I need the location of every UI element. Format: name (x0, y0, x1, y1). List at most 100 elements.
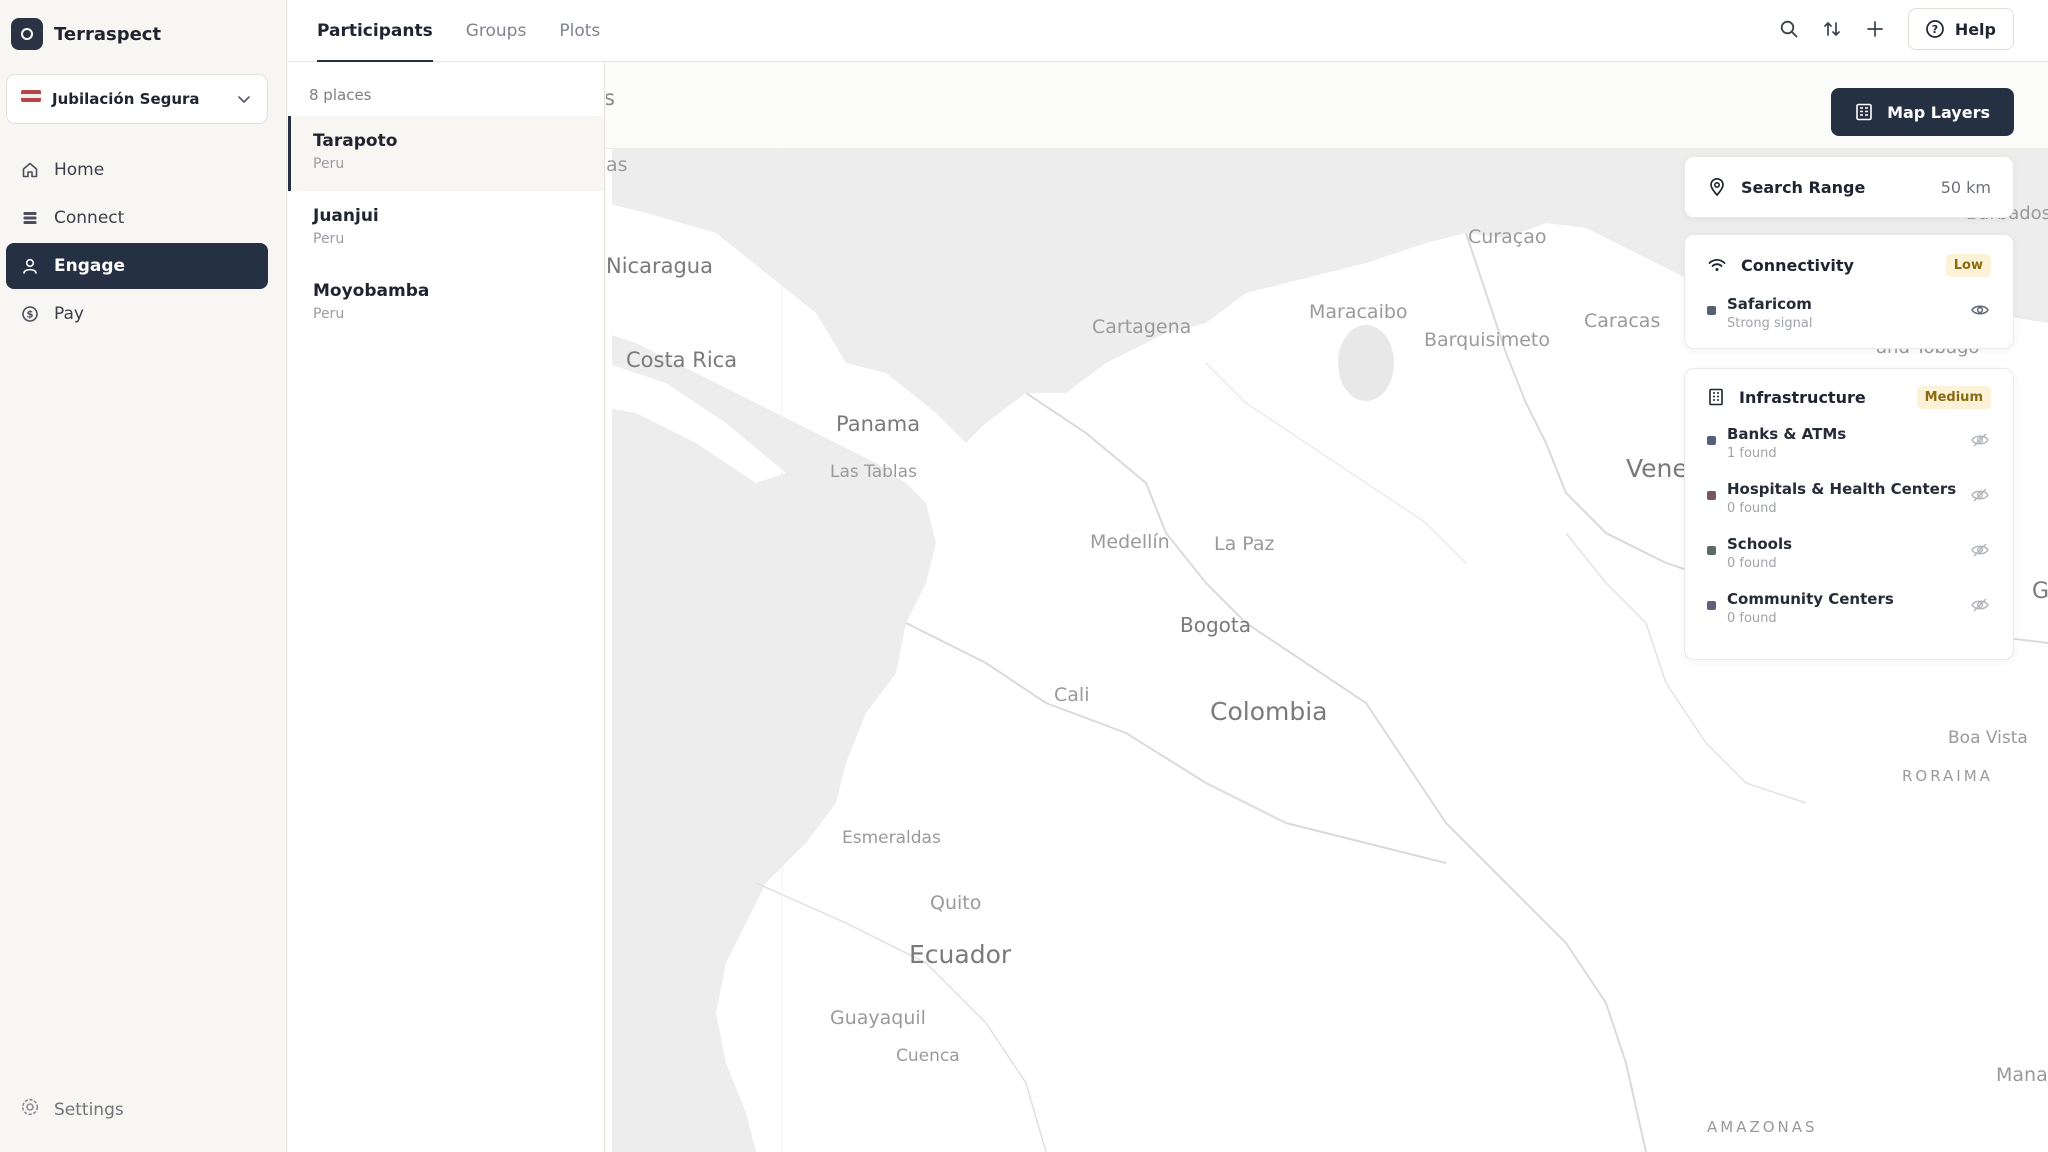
places-count: 8 places (309, 86, 372, 104)
map-label: Caracas (1584, 310, 1660, 332)
nav-label: Engage (54, 256, 126, 276)
svg-text:$: $ (27, 310, 34, 321)
search-range-value: 50 km (1940, 177, 1991, 197)
brand[interactable]: Terraspect (11, 18, 161, 50)
map-label: Ecuador (909, 940, 1012, 969)
map-label: RORAIMA (1902, 767, 1993, 785)
layer-name: Banks & ATMs (1727, 425, 1847, 443)
layer-color-swatch (1707, 601, 1716, 610)
add-button[interactable] (1857, 9, 1893, 49)
map-label: Cali (1054, 684, 1089, 706)
map-layers-button[interactable]: Map Layers (1831, 88, 2014, 136)
terraspect-logo-icon (11, 18, 43, 50)
infrastructure-badge: Medium (1916, 385, 1991, 409)
map-label: G (2032, 579, 2048, 604)
place-item-juanjui[interactable]: Juanjui Peru (288, 191, 604, 266)
sort-button[interactable] (1814, 9, 1850, 49)
main-nav: Home Connect Engage $ Pay (6, 147, 268, 339)
layer-count: 0 found (1727, 501, 1777, 516)
map-label: Mana (1996, 1064, 2048, 1086)
layer-color-swatch (1707, 546, 1716, 555)
search-range-title: Search Range (1741, 177, 1866, 197)
nav-item-pay[interactable]: $ Pay (6, 291, 268, 337)
eye-off-icon[interactable] (1969, 429, 1991, 451)
database-icon (20, 208, 40, 228)
layer-name: Community Centers (1727, 590, 1894, 608)
help-button[interactable]: ? Help (1907, 8, 2014, 50)
map-label: Maracaibo (1309, 301, 1408, 323)
app-name: Terraspect (54, 23, 162, 45)
help-label: Help (1954, 19, 1996, 39)
org-name: Jubilación Segura (52, 90, 200, 108)
layer-count: 0 found (1727, 611, 1777, 626)
flag-icon (21, 90, 41, 102)
connectivity-badge: Low (1945, 253, 1991, 277)
svg-text:s: s (606, 86, 615, 110)
eye-off-icon[interactable] (1969, 594, 1991, 616)
dollar-icon: $ (20, 304, 40, 324)
layers-grid-icon (1856, 103, 1872, 121)
home-icon (20, 160, 40, 180)
sort-icon (1823, 22, 1840, 36)
layer-item-banks[interactable]: Banks & ATMs 1 found (1685, 425, 2013, 480)
place-item-moyobamba[interactable]: Moyobamba Peru (288, 266, 604, 341)
map-label: Medellín (1090, 531, 1170, 553)
org-selector[interactable]: Jubilación Segura (6, 74, 268, 124)
top-actions: ? Help (1771, 8, 2014, 50)
settings-link[interactable]: Settings (20, 1097, 124, 1122)
layer-count: 1 found (1727, 446, 1777, 461)
eye-off-icon[interactable] (1969, 484, 1991, 506)
layer-item-hospitals[interactable]: Hospitals & Health Centers 0 found (1685, 480, 2013, 535)
map-layers-label: Map Layers (1887, 102, 1990, 122)
settings-label: Settings (54, 1099, 124, 1120)
top-bar: Participants Groups Plots ? Help (288, 0, 2048, 62)
eye-icon[interactable] (1969, 299, 1991, 321)
map-label: Bogota (1180, 613, 1251, 637)
map-label: Curaçao (1468, 226, 1546, 248)
map-label: Cuenca (896, 1046, 960, 1066)
place-country: Peru (313, 156, 345, 172)
map-label: Guayaquil (830, 1007, 926, 1029)
map-label: as (606, 154, 628, 176)
connectivity-panel: Connectivity Low Safaricom Strong signal (1684, 234, 2014, 349)
layer-item-schools[interactable]: Schools 0 found (1685, 535, 2013, 590)
layer-color-swatch (1707, 306, 1716, 315)
map-view[interactable]: as Nicaragua Costa Rica Panama Las Tabla… (606, 63, 2048, 1152)
nav-item-home[interactable]: Home (6, 147, 268, 193)
map-label: Las Tablas (830, 462, 917, 482)
search-icon (1780, 20, 1798, 38)
places-panel: 8 places Tarapoto Peru Juanjui Peru Moyo… (288, 63, 605, 1152)
infrastructure-panel: Infrastructure Medium Banks & ATMs 1 fou… (1684, 368, 2014, 660)
layer-status: Strong signal (1727, 316, 1813, 331)
layer-color-swatch (1707, 491, 1716, 500)
nav-item-connect[interactable]: Connect (6, 195, 268, 241)
nav-item-engage[interactable]: Engage (6, 243, 268, 289)
tab-participants[interactable]: Participants (317, 0, 433, 62)
tab-groups[interactable]: Groups (466, 0, 527, 62)
search-button[interactable] (1771, 9, 1807, 49)
place-item-tarapoto[interactable]: Tarapoto Peru (288, 116, 604, 191)
map-label: La Paz (1214, 533, 1275, 555)
sidebar: Terraspect Jubilación Segura Home Connec… (0, 0, 287, 1152)
eye-off-icon[interactable] (1969, 539, 1991, 561)
infrastructure-title: Infrastructure (1739, 387, 1866, 407)
tab-bar: Participants Groups Plots (317, 0, 633, 62)
layer-item-community-centers[interactable]: Community Centers 0 found (1685, 590, 2013, 645)
map-label: Boa Vista (1948, 728, 2028, 748)
map-label: Quito (930, 892, 981, 914)
place-name: Moyobamba (313, 281, 430, 301)
gear-icon (20, 1097, 40, 1122)
layer-item-safaricom[interactable]: Safaricom Strong signal (1685, 295, 2013, 350)
search-range-panel[interactable]: Search Range 50 km (1684, 156, 2014, 218)
map-label: Vene (1626, 454, 1688, 483)
chevron-down-icon (235, 90, 253, 108)
map-label: Panama (836, 412, 920, 436)
location-pin-icon (1710, 177, 1724, 196)
nav-label: Pay (54, 304, 84, 324)
tab-plots[interactable]: Plots (559, 0, 600, 62)
place-country: Peru (313, 306, 345, 322)
map-label: Costa Rica (626, 348, 737, 372)
layer-count: 0 found (1727, 556, 1777, 571)
map-label: Barquisimeto (1424, 329, 1550, 351)
nav-label: Home (54, 160, 105, 180)
